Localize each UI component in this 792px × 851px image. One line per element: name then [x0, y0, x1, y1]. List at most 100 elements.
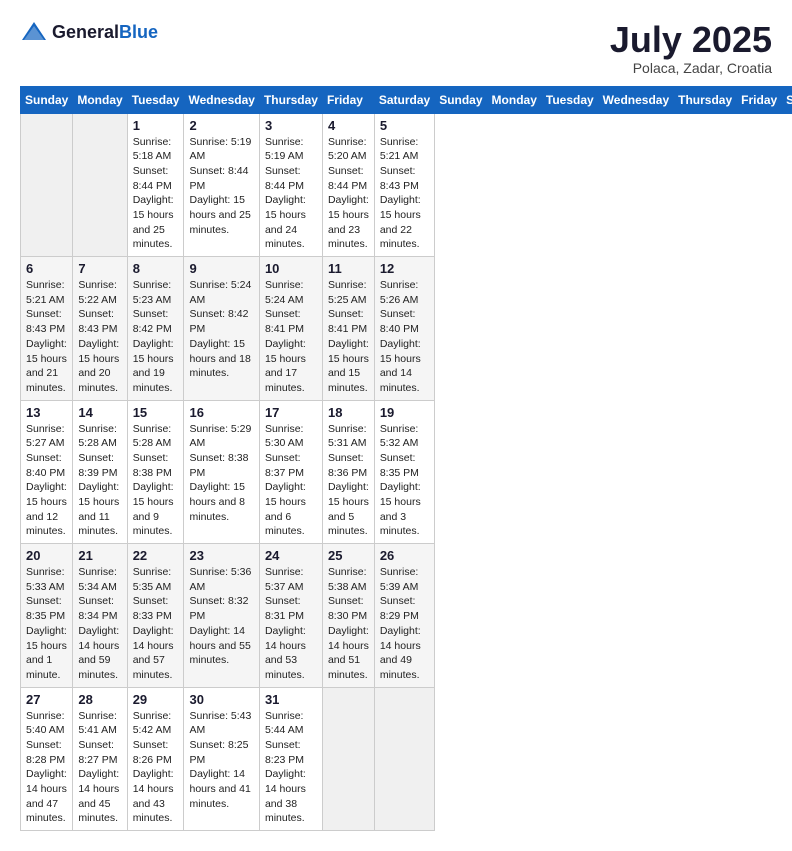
calendar-cell: [322, 687, 374, 831]
calendar-week-1: 1Sunrise: 5:18 AM Sunset: 8:44 PM Daylig…: [21, 113, 792, 257]
day-number: 5: [380, 118, 429, 133]
cell-details: Sunrise: 5:18 AM Sunset: 8:44 PM Dayligh…: [133, 135, 179, 253]
calendar-cell: 14Sunrise: 5:28 AM Sunset: 8:39 PM Dayli…: [73, 400, 127, 544]
day-number: 29: [133, 692, 179, 707]
calendar-cell: 12 Sunrise: 5:26 AM Sunset: 8:40 PM Dayli…: [374, 257, 434, 401]
cell-details: Sunrise: 5:31 AM Sunset: 8:36 PM Dayligh…: [328, 422, 369, 540]
cell-details: Sunrise: 5:33 AM Sunset: 8:35 PM Dayligh…: [26, 565, 67, 683]
day-number: 19: [380, 405, 429, 420]
cell-details: Sunrise: 5:28 AM Sunset: 8:39 PM Dayligh…: [78, 422, 121, 540]
cell-details: Sunrise: 5:32 AM Sunset: 8:35 PM Dayligh…: [380, 422, 429, 540]
day-number: 27: [26, 692, 67, 707]
calendar-header-row: SundayMondayTuesdayWednesdayThursdayFrid…: [21, 86, 792, 113]
page-header: GeneralBlue July 2025 Polaca, Zadar, Cro…: [20, 20, 772, 76]
calendar-cell: 25 Sunrise: 5:38 AM Sunset: 8:30 PM Dayli…: [322, 544, 374, 688]
cell-details: Sunrise: 5:28 AM Sunset: 8:38 PM Dayligh…: [133, 422, 179, 540]
calendar-table: SundayMondayTuesdayWednesdayThursdayFrid…: [20, 86, 792, 832]
day-number: 12: [380, 261, 429, 276]
calendar-cell: 21 Sunrise: 5:34 AM Sunset: 8:34 PM Dayli…: [73, 544, 127, 688]
col-header-tuesday: Tuesday: [541, 86, 598, 113]
day-number: 21: [78, 548, 121, 563]
header-friday: Friday: [322, 86, 374, 113]
calendar-cell: 10Sunrise: 5:24 AM Sunset: 8:41 PM Dayli…: [259, 257, 322, 401]
cell-details: Sunrise: 5:39 AM Sunset: 8:29 PM Dayligh…: [380, 565, 429, 683]
cell-details: Sunrise: 5:19 AM Sunset: 8:44 PM Dayligh…: [265, 135, 317, 253]
cell-details: Sunrise: 5:42 AM Sunset: 8:26 PM Dayligh…: [133, 709, 179, 827]
day-number: 30: [189, 692, 253, 707]
header-thursday: Thursday: [259, 86, 322, 113]
calendar-cell: 9Sunrise: 5:24 AM Sunset: 8:42 PM Daylig…: [184, 257, 259, 401]
cell-details: Sunrise: 5:19 AM Sunset: 8:44 PM Dayligh…: [189, 135, 253, 238]
day-number: 3: [265, 118, 317, 133]
day-number: 31: [265, 692, 317, 707]
col-header-sunday: Sunday: [435, 86, 487, 113]
col-header-wednesday: Wednesday: [598, 86, 673, 113]
day-number: 11: [328, 261, 369, 276]
day-number: 25: [328, 548, 369, 563]
cell-details: Sunrise: 5:40 AM Sunset: 8:28 PM Dayligh…: [26, 709, 67, 827]
calendar-cell: 18 Sunrise: 5:31 AM Sunset: 8:36 PM Dayli…: [322, 400, 374, 544]
day-number: 17: [265, 405, 317, 420]
day-number: 16: [189, 405, 253, 420]
col-header-saturday: Saturday: [782, 86, 792, 113]
calendar-week-3: 13Sunrise: 5:27 AM Sunset: 8:40 PM Dayli…: [21, 400, 792, 544]
day-number: 6: [26, 261, 67, 276]
cell-details: Sunrise: 5:29 AM Sunset: 8:38 PM Dayligh…: [189, 422, 253, 525]
cell-details: Sunrise: 5:44 AM Sunset: 8:23 PM Dayligh…: [265, 709, 317, 827]
calendar-week-5: 27 Sunrise: 5:40 AM Sunset: 8:28 PM Dayli…: [21, 687, 792, 831]
day-number: 23: [189, 548, 253, 563]
calendar-cell: 6 Sunrise: 5:21 AM Sunset: 8:43 PM Daylig…: [21, 257, 73, 401]
cell-details: Sunrise: 5:25 AM Sunset: 8:41 PM Dayligh…: [328, 278, 369, 396]
location-subtitle: Polaca, Zadar, Croatia: [610, 60, 772, 76]
calendar-cell: 5 Sunrise: 5:21 AM Sunset: 8:43 PM Daylig…: [374, 113, 434, 257]
header-tuesday: Tuesday: [127, 86, 184, 113]
day-number: 15: [133, 405, 179, 420]
calendar-cell: 8Sunrise: 5:23 AM Sunset: 8:42 PM Daylig…: [127, 257, 184, 401]
calendar-cell: 19 Sunrise: 5:32 AM Sunset: 8:35 PM Dayli…: [374, 400, 434, 544]
day-number: 8: [133, 261, 179, 276]
calendar-cell: [374, 687, 434, 831]
calendar-cell: 11 Sunrise: 5:25 AM Sunset: 8:41 PM Dayli…: [322, 257, 374, 401]
calendar-cell: 22Sunrise: 5:35 AM Sunset: 8:33 PM Dayli…: [127, 544, 184, 688]
cell-details: Sunrise: 5:22 AM Sunset: 8:43 PM Dayligh…: [78, 278, 121, 396]
col-header-monday: Monday: [487, 86, 541, 113]
day-number: 24: [265, 548, 317, 563]
logo: GeneralBlue: [20, 20, 158, 44]
cell-details: Sunrise: 5:43 AM Sunset: 8:25 PM Dayligh…: [189, 709, 253, 812]
calendar-week-4: 20Sunrise: 5:33 AM Sunset: 8:35 PM Dayli…: [21, 544, 792, 688]
calendar-cell: 29 Sunrise: 5:42 AM Sunset: 8:26 PM Dayli…: [127, 687, 184, 831]
cell-details: Sunrise: 5:30 AM Sunset: 8:37 PM Dayligh…: [265, 422, 317, 540]
cell-details: Sunrise: 5:37 AM Sunset: 8:31 PM Dayligh…: [265, 565, 317, 683]
cell-details: Sunrise: 5:26 AM Sunset: 8:40 PM Dayligh…: [380, 278, 429, 396]
day-number: 18: [328, 405, 369, 420]
calendar-cell: [73, 113, 127, 257]
calendar-cell: 24 Sunrise: 5:37 AM Sunset: 8:31 PM Dayli…: [259, 544, 322, 688]
day-number: 28: [78, 692, 121, 707]
cell-details: Sunrise: 5:38 AM Sunset: 8:30 PM Dayligh…: [328, 565, 369, 683]
day-number: 26: [380, 548, 429, 563]
calendar-cell: 15 Sunrise: 5:28 AM Sunset: 8:38 PM Dayli…: [127, 400, 184, 544]
logo-general: General: [52, 22, 119, 42]
cell-details: Sunrise: 5:36 AM Sunset: 8:32 PM Dayligh…: [189, 565, 253, 668]
cell-details: Sunrise: 5:21 AM Sunset: 8:43 PM Dayligh…: [380, 135, 429, 253]
cell-details: Sunrise: 5:34 AM Sunset: 8:34 PM Dayligh…: [78, 565, 121, 683]
calendar-cell: 13Sunrise: 5:27 AM Sunset: 8:40 PM Dayli…: [21, 400, 73, 544]
calendar-cell: 16 Sunrise: 5:29 AM Sunset: 8:38 PM Dayli…: [184, 400, 259, 544]
month-title: July 2025: [610, 20, 772, 60]
cell-details: Sunrise: 5:21 AM Sunset: 8:43 PM Dayligh…: [26, 278, 67, 396]
logo-icon: [20, 20, 48, 44]
day-number: 13: [26, 405, 67, 420]
calendar-cell: 4Sunrise: 5:20 AM Sunset: 8:44 PM Daylig…: [322, 113, 374, 257]
calendar-cell: 3 Sunrise: 5:19 AM Sunset: 8:44 PM Daylig…: [259, 113, 322, 257]
day-number: 4: [328, 118, 369, 133]
day-number: 7: [78, 261, 121, 276]
header-monday: Monday: [73, 86, 127, 113]
day-number: 2: [189, 118, 253, 133]
cell-details: Sunrise: 5:41 AM Sunset: 8:27 PM Dayligh…: [78, 709, 121, 827]
title-area: July 2025 Polaca, Zadar, Croatia: [610, 20, 772, 76]
logo-blue: Blue: [119, 22, 158, 42]
calendar-cell: 27 Sunrise: 5:40 AM Sunset: 8:28 PM Dayli…: [21, 687, 73, 831]
logo-text: GeneralBlue: [52, 22, 158, 43]
day-number: 22: [133, 548, 179, 563]
calendar-cell: [21, 113, 73, 257]
